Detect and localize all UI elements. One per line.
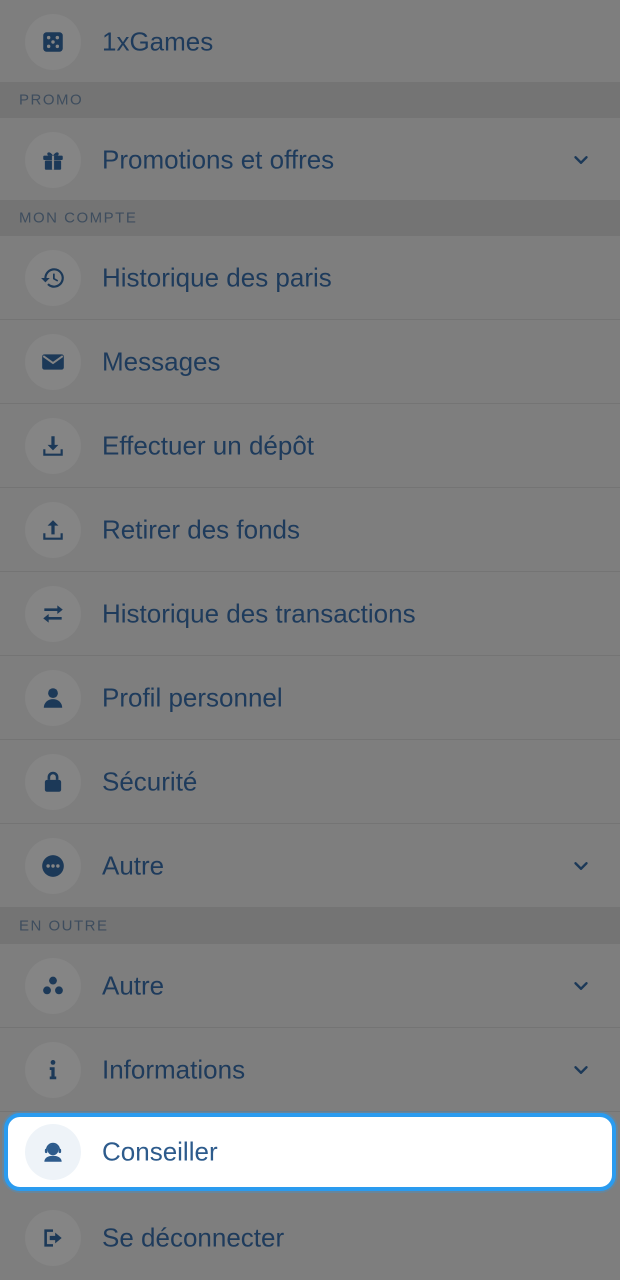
three-dots-cluster-icon [25, 957, 81, 1014]
menu-item-promotions[interactable]: Promotions et offres [0, 118, 620, 202]
menu-item-label: Se déconnecter [102, 1222, 285, 1253]
person-icon [25, 669, 81, 726]
side-menu: 1xGames PROMO Promotions et offres MON C… [0, 0, 620, 1280]
menu-item-1xgames[interactable]: 1xGames [0, 0, 620, 84]
menu-item-advisor[interactable]: Conseiller [4, 1113, 616, 1191]
section-header-account: MON COMPTE [0, 200, 620, 236]
menu-item-label: Effectuer un dépôt [102, 430, 315, 460]
section-title: EN OUTRE [19, 917, 109, 935]
menu-item-other-extra[interactable]: Autre [0, 944, 620, 1028]
chevron-down-icon[interactable] [570, 855, 592, 877]
history-icon [25, 249, 81, 306]
section-header-promo: PROMO [0, 82, 620, 118]
chevron-down-icon[interactable] [570, 149, 592, 171]
menu-item-label: Profil personnel [102, 682, 283, 712]
menu-item-label: Messages [102, 346, 221, 376]
menu-item-label: Historique des paris [102, 262, 332, 292]
menu-item-label: Sécurité [102, 766, 198, 796]
chevron-down-icon[interactable] [570, 1059, 592, 1081]
menu-item-label: Retirer des fonds [102, 514, 300, 544]
menu-item-label: Autre [102, 970, 165, 1000]
menu-item-transactions[interactable]: Historique des transactions [0, 572, 620, 656]
gift-icon [25, 131, 81, 188]
menu-item-security[interactable]: Sécurité [0, 740, 620, 824]
menu-item-label: 1xGames [102, 26, 214, 56]
menu-item-label: Conseiller [102, 1136, 218, 1167]
section-title: PROMO [19, 91, 84, 109]
menu-item-label: Historique des transactions [102, 598, 416, 628]
logout-icon [25, 1210, 81, 1266]
menu-item-profile[interactable]: Profil personnel [0, 656, 620, 740]
menu-item-label: Promotions et offres [102, 144, 335, 174]
menu-item-logout[interactable]: Se déconnecter [0, 1196, 620, 1280]
chevron-down-icon[interactable] [570, 975, 592, 997]
info-icon [25, 1041, 81, 1098]
menu-item-other-account[interactable]: Autre [0, 824, 620, 908]
envelope-icon [25, 333, 81, 390]
menu-item-deposit[interactable]: Effectuer un dépôt [0, 404, 620, 488]
menu-item-label: Autre [102, 850, 165, 880]
menu-item-information[interactable]: Informations [0, 1028, 620, 1112]
transfer-icon [25, 585, 81, 642]
section-title: MON COMPTE [19, 209, 138, 227]
menu-item-messages[interactable]: Messages [0, 320, 620, 404]
menu-item-bet-history[interactable]: Historique des paris [0, 236, 620, 320]
download-icon [25, 417, 81, 474]
dice-icon [25, 13, 81, 70]
lock-icon [25, 753, 81, 810]
upload-icon [25, 501, 81, 558]
section-header-extra: EN OUTRE [0, 908, 620, 944]
menu-item-label: Informations [102, 1054, 246, 1084]
menu-item-withdraw[interactable]: Retirer des fonds [0, 488, 620, 572]
more-dots-icon [25, 837, 81, 894]
support-agent-icon [25, 1124, 81, 1180]
